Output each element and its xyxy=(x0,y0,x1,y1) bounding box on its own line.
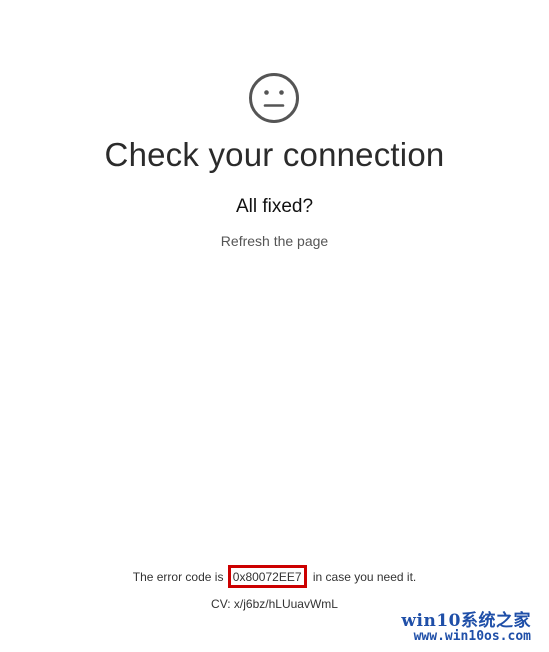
site-watermark: win10系统之家 www.win10os.com xyxy=(401,610,531,645)
error-page: Check your connection All fixed? Refresh… xyxy=(0,0,549,652)
error-code-line: The error code is 0x80072EE7 in case you… xyxy=(0,565,549,588)
correlation-vector: CV: x/j6bz/hLUuavWmL xyxy=(211,597,338,611)
error-code-prefix: The error code is xyxy=(132,570,227,584)
error-code-suffix: in case you need it. xyxy=(309,570,417,584)
neutral-face-icon xyxy=(249,73,299,123)
refresh-page-link[interactable]: Refresh the page xyxy=(0,233,549,249)
error-code-value: 0x80072EE7 xyxy=(227,565,307,588)
watermark-url: www.win10os.com xyxy=(413,629,531,645)
watermark-title: win10系统之家 xyxy=(401,610,531,631)
all-fixed-heading: All fixed? xyxy=(235,196,314,217)
page-title: Check your connection xyxy=(104,136,445,173)
